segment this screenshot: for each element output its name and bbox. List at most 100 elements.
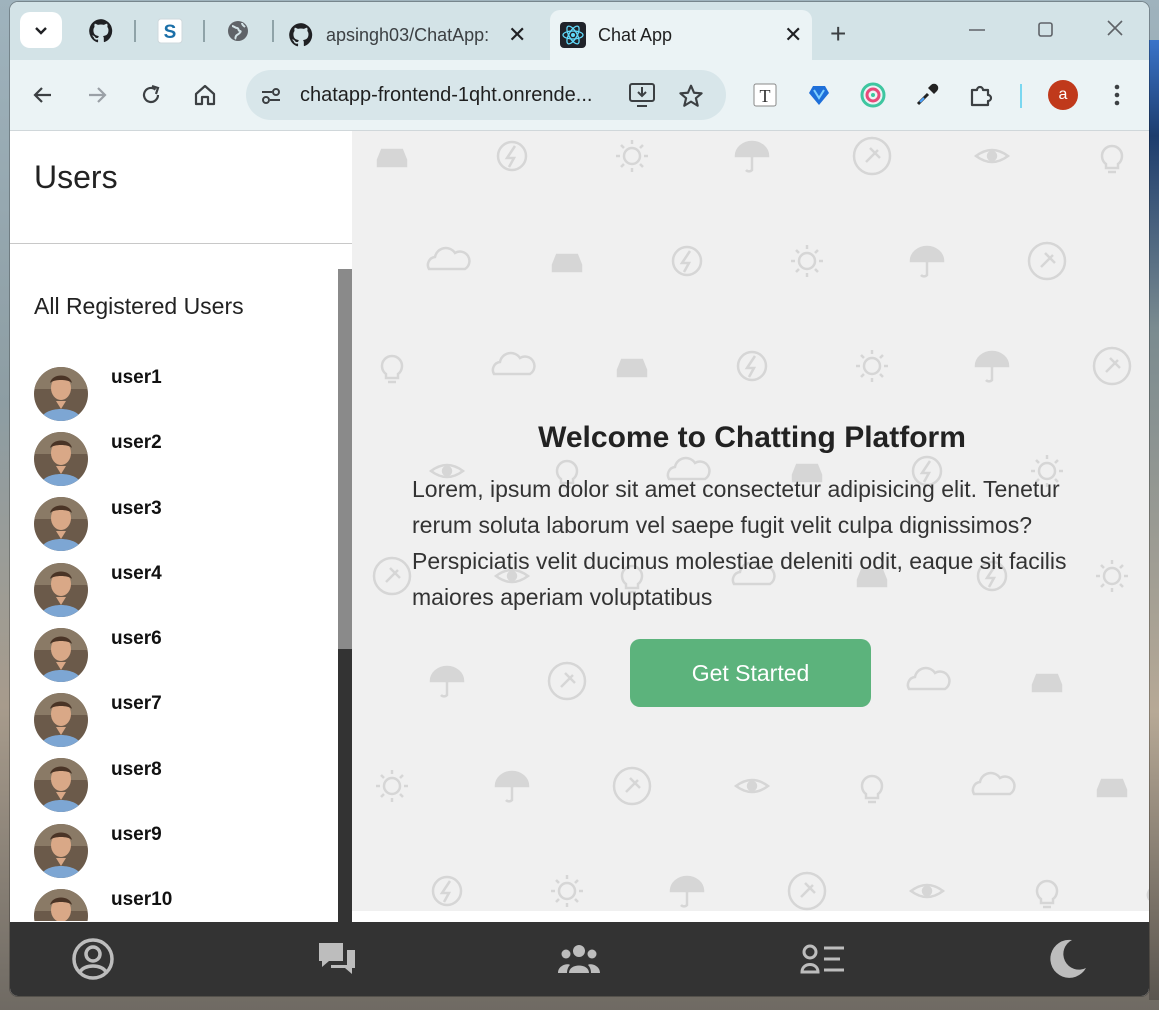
close-window-icon[interactable] — [1105, 18, 1125, 44]
users-sidebar: Users All Registered Users user1 user2 use… — [10, 131, 352, 922]
user-list-item[interactable]: user3 — [34, 492, 334, 557]
home-button[interactable] — [188, 78, 222, 112]
browser-toolbar: chatapp-frontend-1qht.onrende... T a — [10, 60, 1149, 131]
pattern-car-icon — [616, 358, 648, 378]
pattern-umbrella-icon — [909, 245, 945, 278]
divider — [10, 243, 352, 244]
user-list-item[interactable]: user4 — [34, 557, 334, 622]
web-page: Users All Registered Users user1 user2 use… — [10, 131, 1149, 996]
pattern-umbrella-icon — [734, 140, 770, 173]
pattern-cloud-icon — [971, 771, 1016, 796]
pattern-bolt-icon — [496, 140, 528, 172]
pinned-tab-s[interactable]: S — [155, 16, 185, 46]
tab-github-chatapp[interactable]: apsingh03/ChatApp: ✕ — [288, 10, 538, 60]
extension-circle-button[interactable] — [856, 78, 890, 112]
user-name: user3 — [111, 497, 162, 519]
pattern-sun-icon — [376, 770, 408, 802]
address-bar[interactable]: chatapp-frontend-1qht.onrende... — [246, 70, 726, 120]
s-icon: S — [157, 18, 183, 44]
pattern-umbrella-icon — [669, 875, 705, 908]
close-tab-icon[interactable]: ✕ — [784, 22, 802, 48]
pattern-plug-icon — [1027, 241, 1067, 281]
user-list-item[interactable]: user10 — [34, 883, 334, 921]
forward-button[interactable] — [80, 78, 114, 112]
groups-icon — [558, 945, 600, 973]
user-name: user10 — [111, 889, 173, 911]
bottom-navigation — [10, 922, 1149, 996]
dark-mode-icon — [1050, 939, 1086, 978]
pattern-car-icon — [551, 253, 583, 273]
site-info-icon[interactable] — [260, 85, 282, 107]
user-name: user1 — [111, 367, 162, 388]
user-list-item[interactable]: user2 — [34, 426, 334, 491]
close-tab-icon[interactable]: ✕ — [508, 22, 526, 48]
globe-icon — [228, 21, 248, 41]
pattern-sun-icon — [791, 245, 823, 277]
star-icon[interactable] — [678, 83, 704, 109]
home-icon — [194, 84, 216, 106]
avatar — [34, 562, 88, 617]
maximize-icon[interactable] — [1037, 18, 1055, 44]
pattern-plug-icon — [787, 871, 827, 911]
pattern-plug-icon — [1092, 346, 1132, 386]
user-list-item[interactable]: user7 — [34, 687, 334, 752]
avatar — [34, 497, 88, 552]
nav-profile[interactable] — [70, 936, 116, 982]
pinned-tab-globe[interactable] — [223, 16, 253, 46]
tab-search-icon — [35, 27, 47, 35]
toolbar-divider — [1020, 84, 1022, 108]
avatar — [34, 431, 88, 486]
avatar — [34, 366, 88, 421]
user-name: user4 — [111, 562, 162, 584]
eyedropper-button[interactable] — [910, 78, 944, 112]
user-name: user6 — [111, 628, 162, 650]
avatar — [34, 758, 88, 813]
github-icon — [289, 23, 313, 47]
reload-icon — [142, 84, 160, 104]
user-list-item[interactable]: user1 — [34, 361, 334, 426]
pattern-bolt-icon — [671, 245, 703, 277]
extension-t-button[interactable]: T — [748, 78, 782, 112]
nav-contacts[interactable] — [800, 936, 846, 982]
tab-chat-app[interactable]: Chat App ✕ — [550, 10, 812, 60]
reload-button[interactable] — [134, 78, 168, 112]
user-list-item[interactable]: user6 — [34, 622, 334, 687]
contacts-icon — [800, 944, 844, 974]
pattern-plug-icon — [612, 766, 652, 806]
pattern-plug-icon — [852, 136, 892, 176]
pinned-tab-github[interactable] — [86, 16, 116, 46]
pattern-umbrella-icon — [429, 665, 465, 698]
scrollbar-thumb[interactable] — [338, 269, 352, 649]
user-name: user7 — [111, 693, 162, 715]
forward-icon — [89, 87, 107, 103]
welcome-text: Lorem, ipsum dolor sit amet consectetur … — [412, 476, 1067, 610]
extension-heart-button[interactable] — [802, 78, 836, 112]
profile-avatar[interactable]: a — [1048, 80, 1078, 110]
new-tab-button[interactable]: + — [830, 18, 846, 50]
back-button[interactable] — [26, 78, 60, 112]
desktop-edge — [1149, 40, 1159, 1000]
extension-t-icon: T — [753, 83, 777, 107]
profile-icon — [72, 938, 114, 980]
menu-icon — [1114, 84, 1120, 106]
minimize-icon[interactable] — [968, 18, 986, 44]
extensions-button[interactable] — [964, 78, 998, 112]
url-text[interactable]: chatapp-frontend-1qht.onrende... — [300, 84, 616, 107]
browser-menu-button[interactable] — [1100, 78, 1134, 112]
nav-chats[interactable] — [314, 936, 360, 982]
nav-dark-mode[interactable] — [1044, 936, 1090, 982]
pattern-bolt-icon — [736, 350, 768, 382]
install-icon[interactable] — [628, 82, 656, 108]
tab-search-button[interactable] — [20, 12, 62, 48]
avatar — [34, 823, 88, 878]
user-list-item[interactable]: user9 — [34, 818, 334, 883]
tab-strip: S apsingh03/ChatApp: ✕ Chat App ✕ + — [10, 2, 1149, 60]
scrollbar[interactable] — [338, 269, 352, 922]
nav-groups[interactable] — [556, 936, 602, 982]
section-label: All Registered Users — [34, 293, 244, 319]
pattern-sun-icon — [616, 140, 648, 172]
pattern-car-icon — [1096, 778, 1128, 798]
user-list-item[interactable]: user8 — [34, 753, 334, 818]
pattern-car-icon — [376, 148, 408, 168]
get-started-button[interactable]: Get Started — [630, 639, 871, 707]
